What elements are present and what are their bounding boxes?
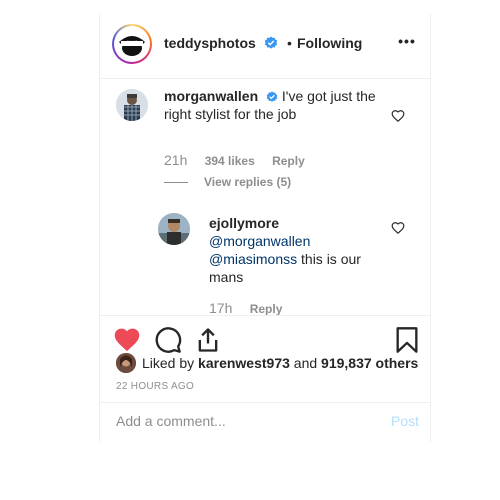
add-comment-bar: Post xyxy=(100,402,430,443)
brand-logo-icon xyxy=(116,28,148,60)
comment-input[interactable] xyxy=(116,413,366,429)
comment-bubble-icon[interactable] xyxy=(154,326,182,354)
post-panel: teddysphotos • Following ••• morganwalle… xyxy=(99,14,431,442)
post-timestamp[interactable]: 22 HOURS AGO xyxy=(116,381,194,392)
comment-username[interactable]: morganwallen xyxy=(164,88,258,104)
share-icon[interactable] xyxy=(194,326,222,354)
likes-conj: and xyxy=(293,355,318,371)
comment-time[interactable]: 21h xyxy=(164,152,187,168)
likes-prefix: Liked by xyxy=(142,355,195,371)
post-button[interactable]: Post xyxy=(391,413,419,429)
bookmark-icon[interactable] xyxy=(393,326,421,354)
like-comment-heart-icon[interactable] xyxy=(391,221,405,235)
commenter-avatar[interactable] xyxy=(116,89,148,121)
post-actions xyxy=(100,315,430,355)
reply-button[interactable]: Reply xyxy=(272,154,305,168)
reply-time[interactable]: 17h xyxy=(209,300,232,315)
verified-badge-icon xyxy=(264,36,277,49)
likes-text: Liked by karenwest973 and 919,837 others xyxy=(142,355,418,371)
header-username[interactable]: teddysphotos xyxy=(164,35,278,51)
like-comment-heart-icon[interactable] xyxy=(391,109,405,123)
mention-link[interactable]: @miasimonss xyxy=(209,251,297,267)
header-username-text[interactable]: teddysphotos xyxy=(164,35,256,51)
reply-meta: 17h Reply xyxy=(209,300,296,315)
reply-username[interactable]: ejollymore xyxy=(209,214,379,232)
replies-divider xyxy=(164,182,188,183)
header-separator: • xyxy=(287,35,292,51)
profile-avatar[interactable] xyxy=(112,24,152,64)
more-options-icon[interactable]: ••• xyxy=(396,30,418,52)
reply-button[interactable]: Reply xyxy=(250,302,283,315)
liker-avatar[interactable] xyxy=(116,353,136,373)
view-replies-button[interactable]: View replies (5) xyxy=(204,175,291,189)
liker-username[interactable]: karenwest973 xyxy=(198,355,290,371)
mention-link[interactable]: @morganwallen xyxy=(209,232,379,250)
comments-section: morganwallen I've got just the right sty… xyxy=(100,79,430,316)
following-button[interactable]: Following xyxy=(297,35,362,51)
likes-count[interactable]: 919,837 others xyxy=(321,355,418,371)
verified-badge-icon xyxy=(266,91,278,102)
heart-filled-icon[interactable] xyxy=(113,326,141,354)
reply-body: ejollymore @morganwallen @miasimonss thi… xyxy=(209,214,379,286)
comment-likes[interactable]: 394 likes xyxy=(205,154,255,168)
likes-summary: Liked by karenwest973 and 919,837 others xyxy=(116,353,426,375)
comment-meta: 21h 394 likes Reply xyxy=(164,152,319,168)
comment-body: morganwallen I've got just the right sty… xyxy=(164,87,379,123)
commenter-avatar[interactable] xyxy=(158,213,190,245)
post-header: teddysphotos • Following ••• xyxy=(100,14,430,79)
